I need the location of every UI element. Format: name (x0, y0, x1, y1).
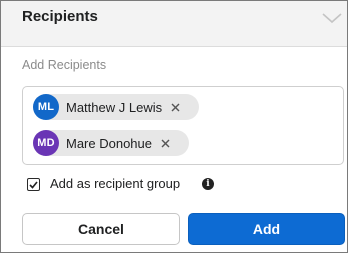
avatar: ML (33, 94, 59, 120)
recipient-group-checkbox[interactable] (27, 178, 40, 191)
recipient-name: Mare Donohue (66, 135, 152, 151)
panel-title: Recipients (22, 8, 98, 25)
recipients-input[interactable]: ML Matthew J Lewis MD Mare Donohue (22, 86, 344, 165)
recipient-group-label[interactable]: Add as recipient group (50, 176, 180, 191)
recipient-name: Matthew J Lewis (66, 99, 163, 115)
checkmark-icon (29, 180, 38, 189)
close-icon[interactable] (170, 102, 180, 112)
recipients-panel: Recipients Add Recipients ML Matthew J L… (0, 0, 348, 253)
chevron-down-icon[interactable] (321, 11, 343, 25)
avatar: MD (33, 130, 59, 156)
cancel-button[interactable]: Cancel (22, 213, 180, 245)
panel-header[interactable]: Recipients (1, 1, 347, 47)
recipient-chip: ML Matthew J Lewis (33, 94, 199, 120)
info-icon[interactable]: i (202, 178, 214, 190)
recipient-chip: MD Mare Donohue (33, 130, 189, 156)
add-recipients-label: Add Recipients (22, 58, 107, 72)
add-button[interactable]: Add (188, 213, 345, 245)
close-icon[interactable] (160, 138, 170, 148)
